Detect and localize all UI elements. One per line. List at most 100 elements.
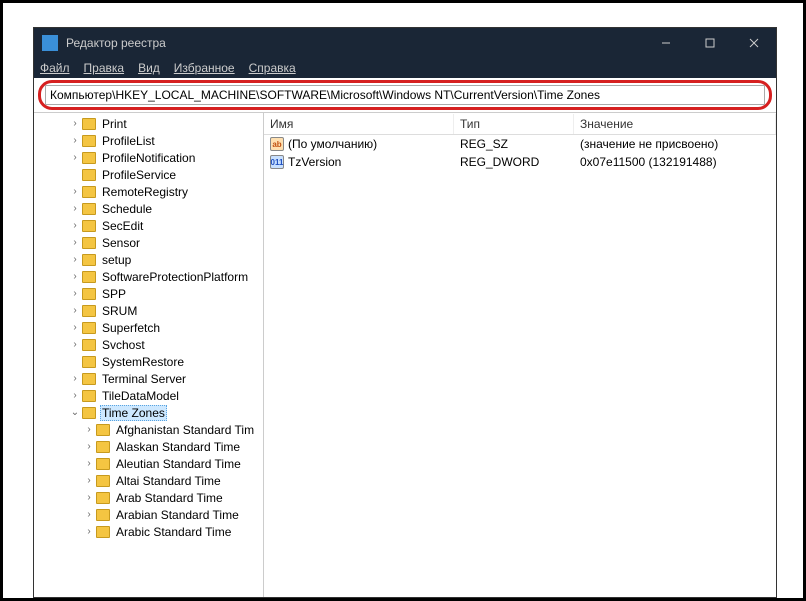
chevron-right-icon[interactable]: › (82, 424, 96, 435)
chevron-right-icon[interactable]: › (82, 458, 96, 469)
menu-file[interactable]: Файл (40, 61, 70, 75)
tree-item[interactable]: ›Arab Standard Time (38, 489, 263, 506)
folder-icon (82, 373, 96, 385)
tree-item[interactable]: › ProfileList (38, 132, 263, 149)
tree-item-label: TileDataModel (100, 389, 181, 403)
chevron-right-icon[interactable]: › (68, 373, 82, 384)
tree-item[interactable]: › SPP (38, 285, 263, 302)
value-row[interactable]: 011TzVersionREG_DWORD0x07e11500 (1321914… (264, 153, 776, 171)
tree-item-label: RemoteRegistry (100, 185, 190, 199)
tree-item[interactable]: ›Terminal Server (38, 370, 263, 387)
tree-item[interactable]: ›SystemRestore (38, 353, 263, 370)
registry-tree: ›Print›ProfileList›ProfileNotification›P… (34, 113, 263, 542)
chevron-right-icon[interactable]: › (82, 441, 96, 452)
chevron-right-icon[interactable]: › (68, 237, 82, 248)
titlebar[interactable]: Редактор реестра (34, 28, 776, 58)
minimize-button[interactable] (644, 28, 688, 58)
address-input[interactable] (45, 85, 765, 105)
folder-icon (96, 441, 110, 453)
folder-icon (82, 152, 96, 164)
chevron-right-icon[interactable]: › (68, 339, 82, 350)
tree-item[interactable]: ⌄ Time Zones (38, 404, 263, 421)
folder-icon (82, 203, 96, 215)
tree-item-label: Svchost (100, 338, 147, 352)
folder-icon (82, 356, 96, 368)
chevron-right-icon[interactable]: › (68, 135, 82, 146)
maximize-button[interactable] (688, 28, 732, 58)
tree-item[interactable]: ›SecEdit (38, 217, 263, 234)
chevron-right-icon[interactable]: › (68, 322, 82, 333)
tree-item[interactable]: › Svchost (38, 336, 263, 353)
tree-item[interactable]: › Schedule (38, 200, 263, 217)
tree-item-label: SoftwareProtectionPlatform (100, 270, 250, 284)
folder-icon (82, 220, 96, 232)
value-row[interactable]: ab(По умолчанию)REG_SZ(значение не присв… (264, 135, 776, 153)
chevron-right-icon[interactable]: › (68, 254, 82, 265)
chevron-right-icon[interactable]: › (82, 526, 96, 537)
tree-item[interactable]: ›Afghanistan Standard Tim (38, 421, 263, 438)
tree-item-label: ProfileService (100, 168, 178, 182)
values-list: ab(По умолчанию)REG_SZ(значение не присв… (264, 135, 776, 171)
chevron-right-icon[interactable]: › (68, 203, 82, 214)
tree-item-label: ProfileNotification (100, 151, 197, 165)
chevron-right-icon[interactable]: › (68, 305, 82, 316)
tree-item-label: Time Zones (100, 405, 167, 421)
column-name[interactable]: Имя (264, 114, 454, 134)
chevron-right-icon[interactable]: › (68, 288, 82, 299)
folder-icon (82, 254, 96, 266)
folder-icon (82, 135, 96, 147)
address-highlight (38, 80, 772, 110)
tree-item-label: Schedule (100, 202, 154, 216)
tree-item-label: Print (100, 117, 129, 131)
chevron-right-icon[interactable]: › (68, 220, 82, 231)
tree-item[interactable]: › Arabian Standard Time (38, 506, 263, 523)
tree-item[interactable]: › setup (38, 251, 263, 268)
column-type[interactable]: Тип (454, 114, 574, 134)
chevron-right-icon[interactable]: › (68, 390, 82, 401)
tree-item[interactable]: ›Superfetch (38, 319, 263, 336)
chevron-down-icon[interactable]: ⌄ (68, 407, 82, 418)
menu-view[interactable]: Вид (138, 61, 160, 75)
menu-edit[interactable]: Правка (84, 61, 125, 75)
menu-help[interactable]: Справка (249, 61, 296, 75)
folder-icon (96, 509, 110, 521)
chevron-right-icon[interactable]: › (82, 492, 96, 503)
chevron-right-icon[interactable]: › (68, 152, 82, 163)
tree-pane[interactable]: ›Print›ProfileList›ProfileNotification›P… (34, 113, 264, 597)
tree-item[interactable]: › ProfileNotification (38, 149, 263, 166)
tree-item[interactable]: › SoftwareProtectionPlatform (38, 268, 263, 285)
tree-item-label: ProfileList (100, 134, 157, 148)
tree-item[interactable]: › Print (38, 115, 263, 132)
tree-item[interactable]: › RemoteRegistry (38, 183, 263, 200)
tree-item-label: SystemRestore (100, 355, 186, 369)
menu-favorites[interactable]: Избранное (174, 61, 235, 75)
menubar: Файл Правка Вид Избранное Справка (34, 58, 776, 78)
chevron-right-icon[interactable]: › (82, 475, 96, 486)
tree-item[interactable]: ›Arabic Standard Time (38, 523, 263, 540)
chevron-right-icon[interactable]: › (68, 186, 82, 197)
tree-item[interactable]: › TileDataModel (38, 387, 263, 404)
tree-item[interactable]: ›Altai Standard Time (38, 472, 263, 489)
value-name-cell: ab(По умолчанию) (264, 136, 454, 153)
values-pane[interactable]: Имя Тип Значение ab(По умолчанию)REG_SZ(… (264, 113, 776, 597)
chevron-right-icon[interactable]: › (82, 509, 96, 520)
chevron-right-icon[interactable]: › (68, 118, 82, 129)
close-button[interactable] (732, 28, 776, 58)
tree-item[interactable]: › Sensor (38, 234, 263, 251)
value-type-cell: REG_SZ (454, 136, 574, 152)
regedit-window: Редактор реестра Файл Правка Вид Избранн… (33, 27, 777, 598)
tree-item-label: Arabian Standard Time (114, 508, 241, 522)
tree-item-label: SPP (100, 287, 128, 301)
tree-item[interactable]: ›SRUM (38, 302, 263, 319)
tree-item[interactable]: ›Aleutian Standard Time (38, 455, 263, 472)
chevron-right-icon[interactable]: › (68, 271, 82, 282)
tree-item[interactable]: ›ProfileService (38, 166, 263, 183)
tree-item-label: setup (100, 253, 133, 267)
column-data[interactable]: Значение (574, 114, 776, 134)
value-name-cell: 011TzVersion (264, 154, 454, 171)
folder-icon (96, 475, 110, 487)
string-value-icon: ab (270, 137, 284, 151)
addressbar-row (34, 78, 776, 112)
tree-item-label: Sensor (100, 236, 142, 250)
tree-item[interactable]: ›Alaskan Standard Time (38, 438, 263, 455)
